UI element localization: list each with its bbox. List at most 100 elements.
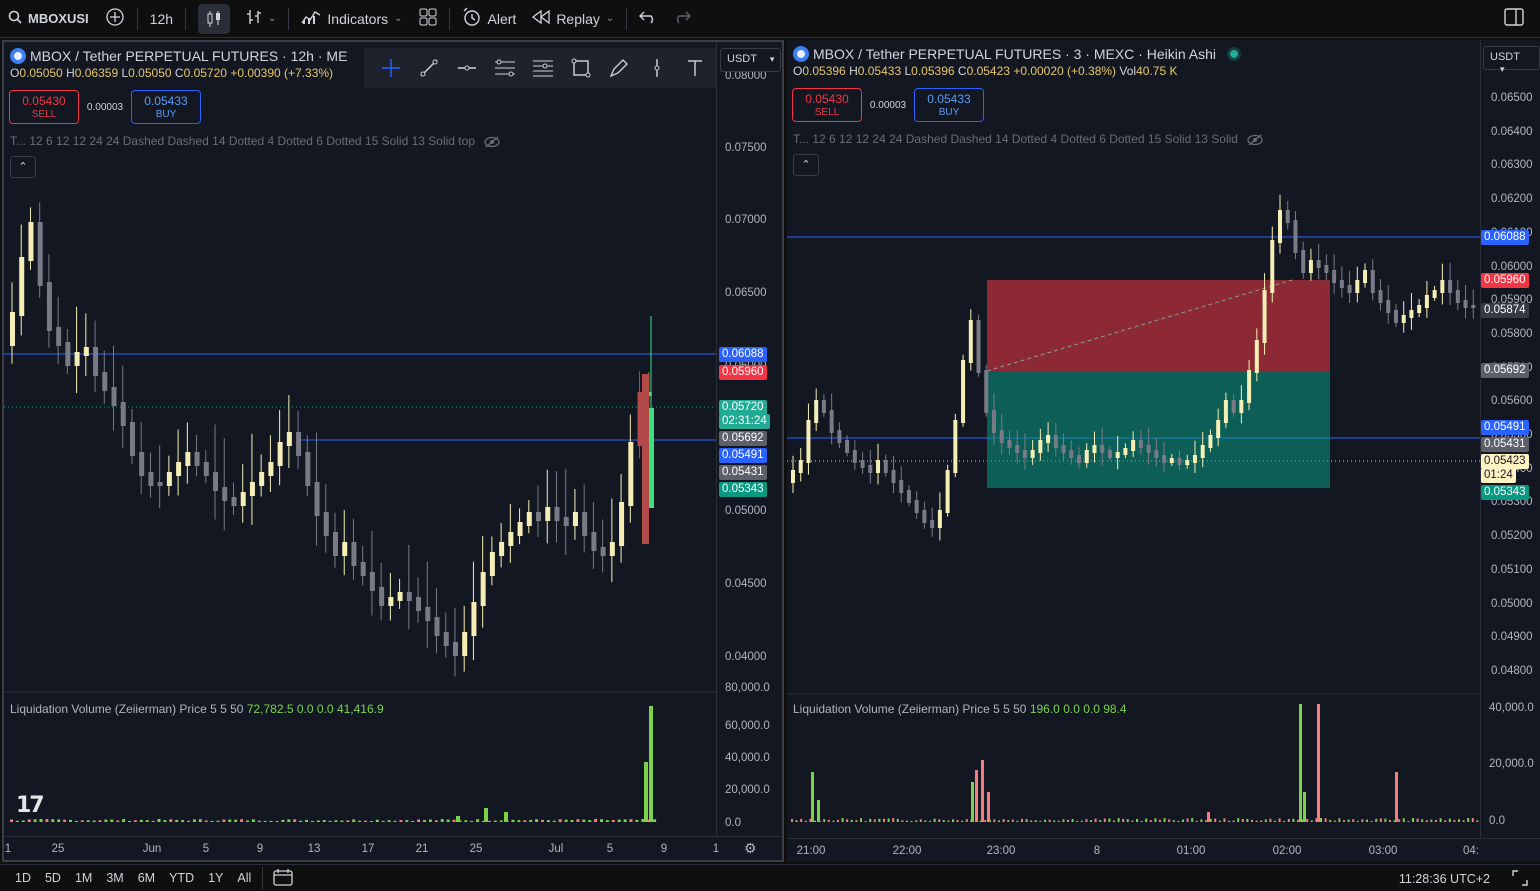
panel-icon xyxy=(1504,8,1524,29)
alert-button[interactable]: Alert xyxy=(454,0,525,38)
candle-body xyxy=(1262,290,1267,343)
candle-body xyxy=(899,480,904,493)
clock-timezone[interactable]: 11:28:36 UTC+2 xyxy=(1399,872,1490,886)
time-tick-label: 22:00 xyxy=(892,845,922,857)
candle-body xyxy=(821,400,826,413)
right-time-axis[interactable]: 21:00 22:00 23:00 8 01:00 02:00 03:00 04: xyxy=(787,838,1540,862)
range-button-1d[interactable]: 1D xyxy=(8,871,38,885)
replay-button[interactable]: Replay ⌄ xyxy=(524,0,622,38)
bars-style-button[interactable]: ⌄ xyxy=(238,0,284,38)
price-tick-label: 0.05800 xyxy=(1491,327,1533,340)
range-button-6m[interactable]: 6M xyxy=(131,871,162,885)
liq-volume-bar xyxy=(1324,818,1327,822)
left-chart-pane[interactable]: MBOX / Tether PERPETUAL FUTURES · 12h · … xyxy=(2,40,784,862)
chevron-down-icon[interactable]: ⌄ xyxy=(268,13,276,24)
sub-value-2: 0.0 xyxy=(1063,702,1080,716)
layout-button[interactable] xyxy=(411,0,445,38)
trend-line-icon[interactable] xyxy=(410,53,448,83)
buy-button[interactable]: 0.05433 BUY xyxy=(914,88,984,122)
bars-icon xyxy=(246,8,262,29)
liq-volume-bar xyxy=(1039,820,1042,822)
right-price-axis[interactable]: 0.065000.064000.063000.062000.061000.060… xyxy=(1480,40,1540,838)
range-button-1y[interactable]: 1Y xyxy=(201,871,230,885)
liq-volume-bar xyxy=(1343,820,1345,822)
buy-button[interactable]: 0.05433 BUY xyxy=(131,90,201,124)
liq-volume-bar xyxy=(358,820,362,822)
collapse-legend-button[interactable]: ⌃ xyxy=(10,156,36,178)
candle-body xyxy=(1138,440,1143,448)
liq-volume-bar xyxy=(493,820,497,822)
horizontal-line-icon[interactable] xyxy=(448,53,486,83)
time-tick-label: 13 xyxy=(307,843,321,855)
candle-body xyxy=(1378,290,1383,303)
indicators-button[interactable]: Indicators ⌄ xyxy=(293,0,410,38)
right-chart-canvas[interactable] xyxy=(787,40,1480,840)
rectangle-icon[interactable] xyxy=(562,53,600,83)
left-symbol-title[interactable]: MBOX / Tether PERPETUAL FUTURES · 12h · … xyxy=(30,48,347,64)
tradingview-logo[interactable]: 17 xyxy=(16,793,45,818)
range-button-1m[interactable]: 1M xyxy=(68,871,99,885)
crosshair-icon[interactable] xyxy=(372,53,410,83)
right-currency-select[interactable]: USDT ▾ xyxy=(1483,46,1540,74)
liq-volume-bar xyxy=(1395,772,1398,822)
candle-body xyxy=(891,470,896,483)
chevron-down-icon[interactable]: ⌄ xyxy=(606,13,614,24)
goto-date-icon[interactable] xyxy=(273,868,293,889)
left-currency-select[interactable]: USDT ▾ xyxy=(720,48,782,72)
candle-body xyxy=(139,452,145,476)
fullscreen-icon[interactable] xyxy=(1512,870,1528,889)
liq-volume-bar xyxy=(1099,820,1102,822)
price-tick-label: 0.06500 xyxy=(1491,92,1533,104)
candle-body xyxy=(945,470,950,513)
left-price-axis[interactable]: 0.080000.075000.070000.065000.060000.055… xyxy=(716,42,782,838)
range-button-all[interactable]: All xyxy=(230,871,258,885)
liq-volume-bar xyxy=(1421,819,1424,822)
range-button-ytd[interactable]: YTD xyxy=(162,871,201,885)
chevron-up-icon: ⌃ xyxy=(18,161,28,173)
price-tick-label: 0.04800 xyxy=(1491,664,1533,677)
range-button-3m[interactable]: 3M xyxy=(99,871,130,885)
sell-button[interactable]: 0.05430 SELL xyxy=(792,88,862,122)
liq-volume-bar xyxy=(1016,820,1019,822)
redo-button[interactable] xyxy=(665,0,699,38)
right-sub-legend[interactable]: Liquidation Volume (Zeiierman) Price 5 5… xyxy=(793,702,1127,716)
range-button-5d[interactable]: 5D xyxy=(38,871,68,885)
time-tick-label: Jul xyxy=(548,843,564,855)
liq-volume-bar xyxy=(1352,819,1355,822)
vertical-line-icon[interactable] xyxy=(638,53,676,83)
left-indicator-legend[interactable]: T... 12 6 12 12 24 24 Dashed Dashed 14 D… xyxy=(10,134,500,148)
undo-button[interactable] xyxy=(631,0,665,38)
candle-body xyxy=(1123,448,1128,455)
parallel-channel-icon[interactable] xyxy=(486,53,524,83)
liq-volume-bar xyxy=(104,819,108,822)
right-indicator-legend[interactable]: T... 12 6 12 12 24 24 Dashed Dashed 14 D… xyxy=(793,132,1263,146)
collapse-legend-button[interactable]: ⌃ xyxy=(793,154,819,176)
liq-volume-bar xyxy=(1159,819,1161,822)
interval-button[interactable]: 12h xyxy=(142,0,181,38)
liq-volume-bar xyxy=(1191,818,1194,822)
eye-hidden-icon[interactable] xyxy=(478,134,500,148)
liq-volume-bar xyxy=(133,820,137,822)
compare-button[interactable] xyxy=(97,0,133,38)
settings-gear-icon[interactable]: ⚙ xyxy=(744,840,757,857)
candles-style-button[interactable] xyxy=(190,0,238,38)
symbol-search[interactable]: MBOXUSI xyxy=(0,0,97,38)
left-time-axis[interactable]: 1 25 Jun 5 9 13 17 21 25 Jul 5 9 1 xyxy=(4,836,782,860)
liq-volume-bar xyxy=(1025,819,1028,822)
left-sub-legend[interactable]: Liquidation Volume (Zeiierman) Price 5 5… xyxy=(10,702,384,716)
panel-toggle-button[interactable] xyxy=(1496,0,1532,38)
right-ohlc: O0.05396 H0.05433 L0.05396 C0.05423 +0.0… xyxy=(793,64,1178,78)
chevron-down-icon[interactable]: ⌄ xyxy=(394,13,402,24)
brush-icon[interactable] xyxy=(600,53,638,83)
right-symbol-title[interactable]: MBOX / Tether PERPETUAL FUTURES · 3 · ME… xyxy=(813,46,1216,62)
liq-volume-bar xyxy=(804,820,807,822)
time-tick-label: 25 xyxy=(469,843,483,855)
candle-body xyxy=(323,512,329,536)
fib-retracement-icon[interactable] xyxy=(524,53,562,83)
eye-hidden-icon[interactable] xyxy=(1241,132,1263,146)
text-tool-icon[interactable] xyxy=(676,53,714,83)
left-chart-canvas[interactable] xyxy=(4,42,716,842)
right-chart-pane[interactable]: MBOX / Tether PERPETUAL FUTURES · 3 · ME… xyxy=(787,40,1540,862)
sell-button[interactable]: 0.05430 SELL xyxy=(9,90,79,124)
candle-body xyxy=(1401,315,1406,323)
